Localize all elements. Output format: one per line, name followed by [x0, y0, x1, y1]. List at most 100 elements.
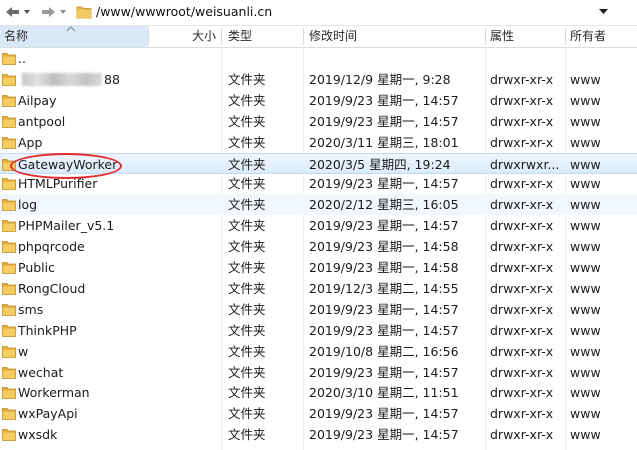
file-type: 文件夹: [228, 365, 266, 380]
chevron-down-icon: [598, 9, 608, 14]
file-name: phpqrcode: [18, 239, 85, 254]
file-type: 文件夹: [228, 323, 266, 338]
column-mtime-header[interactable]: 修改时间: [305, 26, 485, 47]
file-name: 88: [104, 72, 120, 87]
column-attr-header[interactable]: 属性: [486, 26, 566, 47]
file-owner: www: [570, 176, 601, 191]
table-row[interactable]: wxPayApi 文件夹 2019/9/23 星期一, 14:57 drwxr-xr-…: [0, 403, 637, 424]
file-owner: www: [570, 323, 601, 338]
path-input[interactable]: /www/wwwroot/weisuanli.cn: [96, 3, 604, 21]
arrow-right-icon: [42, 7, 66, 17]
column-owner-label: 所有者: [570, 29, 607, 43]
file-attr: drwxr-xr-x: [490, 385, 554, 400]
table-row[interactable]: RongCloud 文件夹 2019/12/3 星期二, 14:55 drwxr-xr…: [0, 278, 637, 299]
table-row[interactable]: wxsdk 文件夹 2019/9/23 星期一, 14:57 drwxr-xr-x ww…: [0, 424, 637, 445]
file-name: App: [18, 135, 43, 150]
file-owner: www: [570, 157, 601, 172]
file-attr: drwxr-xr-x: [490, 93, 554, 108]
file-owner: www: [570, 93, 601, 108]
table-row[interactable]: w 文件夹 2019/10/8 星期二, 16:56 drwxr-xr-x www: [0, 341, 637, 362]
file-name: Workerman: [18, 385, 90, 400]
file-mtime: 2019/9/23 星期一, 14:57: [309, 427, 459, 442]
table-row[interactable]: log 文件夹 2020/2/12 星期三, 16:05 drwxr-xr-x www: [0, 194, 637, 215]
folder-icon: [76, 6, 92, 19]
file-attr: drwxr-xr-x: [490, 365, 554, 380]
table-row[interactable]: phpqrcode 文件夹 2019/9/23 星期一, 14:58 drwxr-xr…: [0, 236, 637, 257]
file-type: 文件夹: [228, 406, 266, 421]
file-mtime: 2019/9/23 星期一, 14:57: [309, 302, 459, 317]
folder-icon: [2, 428, 16, 444]
column-type-label: 类型: [228, 29, 253, 43]
table-row[interactable]: ..: [0, 48, 637, 69]
column-type-header[interactable]: 类型: [224, 26, 304, 47]
file-name: GatewayWorker: [18, 157, 118, 172]
file-owner: www: [570, 239, 601, 254]
file-owner: www: [570, 72, 601, 87]
column-owner-header[interactable]: 所有者: [566, 26, 636, 47]
table-row[interactable]: 88 文件夹 2019/12/9 星期一, 9:28 drwxr-xr-x www: [0, 69, 637, 90]
file-type: 文件夹: [228, 197, 266, 212]
column-separator[interactable]: [303, 28, 304, 45]
file-attr: drwxr-xr-x: [490, 239, 554, 254]
back-button[interactable]: [4, 3, 34, 21]
file-attr: drwxr-xr-x: [490, 260, 554, 275]
file-owner: www: [570, 365, 601, 380]
file-type: 文件夹: [228, 114, 266, 129]
file-name: sms: [18, 302, 44, 317]
column-name-header[interactable]: 名称: [0, 26, 148, 47]
file-name: wechat: [18, 365, 64, 380]
file-mtime: 2019/9/23 星期一, 14:58: [309, 239, 459, 254]
file-name: wxsdk: [18, 427, 58, 442]
folder-icon: [2, 73, 16, 89]
column-size-header[interactable]: 大小: [149, 26, 220, 47]
folder-icon: [2, 324, 16, 340]
file-mtime: 2019/10/8 星期二, 16:56: [309, 344, 459, 359]
table-row[interactable]: ThinkPHP 文件夹 2019/9/23 星期一, 14:57 drwxr-xr-…: [0, 320, 637, 341]
folder-icon: [2, 177, 16, 193]
path-dropdown-button[interactable]: [596, 5, 610, 19]
table-row[interactable]: Public 文件夹 2019/9/23 星期一, 14:58 drwxr-xr-x w…: [0, 257, 637, 278]
folder-icon: [2, 136, 16, 152]
column-mtime-label: 修改时间: [309, 29, 358, 43]
table-row[interactable]: Workerman 文件夹 2020/3/10 星期二, 11:51 drwxr-xr…: [0, 382, 637, 403]
file-type: 文件夹: [228, 385, 266, 400]
folder-icon: [2, 219, 16, 235]
file-owner: www: [570, 302, 601, 317]
file-owner: www: [570, 344, 601, 359]
file-type: 文件夹: [228, 427, 266, 442]
folder-icon: [2, 261, 16, 277]
table-row[interactable]: antpool 文件夹 2019/9/23 星期一, 14:57 drwxr-xr-x…: [0, 111, 637, 132]
file-type: 文件夹: [228, 176, 266, 191]
folder-icon: [2, 282, 16, 298]
file-type: 文件夹: [228, 135, 266, 150]
table-row[interactable]: App 文件夹 2020/3/11 星期三, 18:01 drwxr-xr-x www: [0, 132, 637, 153]
file-mtime: 2020/3/10 星期二, 11:51: [309, 385, 459, 400]
table-row[interactable]: sms 文件夹 2019/9/23 星期一, 14:57 drwxr-xr-x www: [0, 299, 637, 320]
table-row[interactable]: wechat 文件夹 2019/9/23 星期一, 14:57 drwxr-xr-x w…: [0, 362, 637, 383]
file-name: RongCloud: [18, 281, 86, 296]
table-row[interactable]: HTMLPurifier 文件夹 2019/9/23 星期一, 14:57 drwxr…: [0, 173, 637, 194]
file-name: wxPayApi: [18, 406, 78, 421]
file-type: 文件夹: [228, 72, 266, 87]
table-row[interactable]: Ailpay 文件夹 2019/9/23 星期一, 14:57 drwxr-xr-x w…: [0, 90, 637, 111]
table-row[interactable]: GatewayWorker 文件夹 2020/3/5 星期四, 19:24 drwxr…: [0, 153, 637, 174]
file-mtime: 2019/9/23 星期一, 14:58: [309, 260, 459, 275]
file-owner: www: [570, 281, 601, 296]
folder-icon: [2, 240, 16, 256]
file-attr: drwxr-xr-x: [490, 176, 554, 191]
column-size-label: 大小: [191, 29, 216, 43]
folder-icon: [2, 407, 16, 423]
file-name: antpool: [18, 114, 66, 129]
forward-button[interactable]: [40, 3, 70, 21]
table-row[interactable]: PHPMailer_v5.1 文件夹 2019/9/23 星期一, 14:57 drw…: [0, 215, 637, 236]
file-attr: drwxr-xr-x: [490, 323, 554, 338]
file-type: 文件夹: [228, 218, 266, 233]
file-attr: drwxr-xr-x: [490, 344, 554, 359]
file-type: 文件夹: [228, 239, 266, 254]
file-mtime: 2019/9/23 星期一, 14:57: [309, 218, 459, 233]
file-mtime: 2019/12/9 星期一, 9:28: [309, 72, 451, 87]
file-mtime: [309, 48, 484, 69]
column-separator[interactable]: [221, 28, 222, 45]
file-attr: drwxr-xr-x: [490, 302, 554, 317]
folder-icon: [2, 158, 16, 174]
